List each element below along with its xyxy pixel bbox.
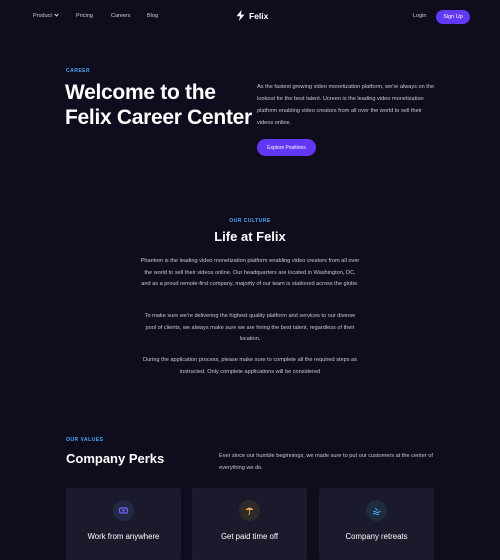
perk-card-remote[interactable]: Work from anywhere — [66, 488, 181, 560]
perk-label: Work from anywhere — [87, 532, 160, 541]
hero-description: As the fastest growing video monetizatio… — [257, 84, 435, 126]
hero-title: Welcome to the Felix Career Center — [65, 81, 252, 129]
nav-product[interactable]: Product — [33, 11, 59, 19]
login-link[interactable]: Login — [413, 13, 426, 19]
culture-title: Life at Felix — [214, 229, 286, 244]
retreat-icon — [366, 500, 387, 521]
perk-card-retreats[interactable]: Company retreats — [319, 488, 434, 560]
chevron-down-icon — [54, 11, 59, 17]
brand-name: Felix — [249, 10, 269, 21]
perks-title: Company Perks — [66, 451, 165, 466]
culture-eyebrow: OUR CULTURE — [229, 218, 271, 224]
nav-careers[interactable]: Careers — [111, 13, 131, 19]
nav-product-label: Product — [33, 13, 52, 19]
perk-label: Get paid time off — [220, 532, 279, 541]
bolt-icon — [236, 10, 245, 21]
perk-card-time-off[interactable]: Get paid time off — [192, 488, 307, 560]
signup-button[interactable]: Sign Up — [436, 10, 470, 24]
brand-logo[interactable]: Felix — [236, 10, 268, 21]
culture-paragraph: Phantom is the leading video monetizatio… — [140, 258, 360, 287]
culture-paragraph: To make sure we're delivering the highes… — [144, 313, 356, 342]
perk-label: Company retreats — [345, 532, 408, 541]
remote-icon — [113, 500, 134, 521]
nav-pricing[interactable]: Pricing — [76, 13, 93, 19]
hero-eyebrow: CAREER — [66, 68, 91, 74]
explore-positions-button[interactable]: Explore Positions — [257, 139, 316, 156]
top-nav: Product Pricing Careers Blog Felix Login… — [0, 0, 500, 34]
nav-blog[interactable]: Blog — [147, 13, 158, 19]
perks-description: Ever since our humble beginnings, we mad… — [219, 453, 433, 471]
values-eyebrow: OUR VALUES — [66, 437, 104, 443]
culture-paragraph: During the application process, please m… — [143, 357, 357, 375]
umbrella-icon — [239, 500, 260, 521]
